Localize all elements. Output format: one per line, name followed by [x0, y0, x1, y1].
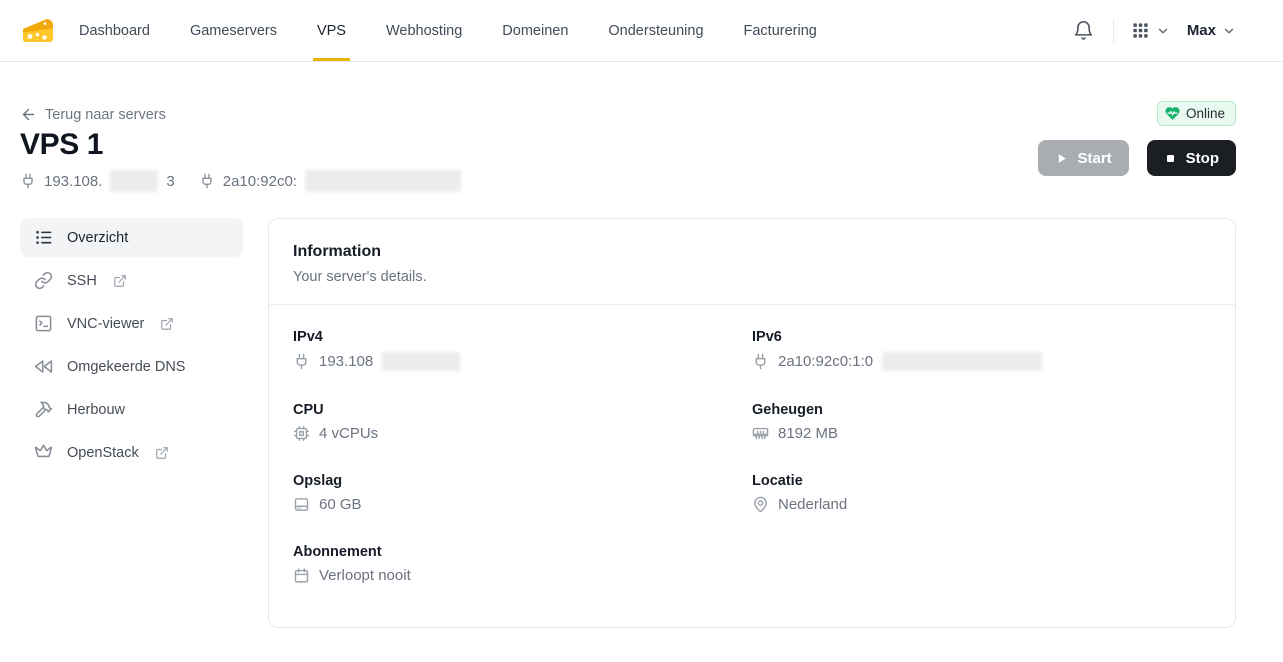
hard-drive-icon — [293, 496, 310, 513]
notifications-button[interactable] — [1071, 18, 1096, 43]
field-opslag: Opslag 60 GB — [293, 473, 752, 513]
nav-item-gameservers[interactable]: Gameservers — [190, 0, 277, 61]
plug-icon — [20, 173, 36, 189]
nav-item-dashboard[interactable]: Dashboard — [79, 0, 150, 61]
nav-item-vps[interactable]: VPS — [317, 0, 346, 61]
card-subtitle: Your server's details. — [293, 269, 1211, 285]
back-link[interactable]: Terug naar servers — [20, 106, 461, 123]
cpu-icon — [293, 425, 310, 442]
nav-item-facturering[interactable]: Facturering — [744, 0, 817, 61]
sidebar-item-herbouw[interactable]: Herbouw — [20, 390, 243, 429]
field-ipv6: IPv6 2a10:92c0:1:0 — [752, 329, 1211, 371]
page-title: VPS 1 — [20, 128, 461, 162]
grid-icon — [1131, 21, 1150, 40]
field-abonnement: Abonnement Verloopt nooit — [293, 544, 752, 584]
field-geheugen: Geheugen 8192 MB — [752, 402, 1211, 442]
sidebar-item-overzicht[interactable]: Overzicht — [20, 218, 243, 257]
redacted-value — [382, 352, 460, 371]
plug-icon — [293, 353, 310, 370]
overview-list-icon — [34, 228, 53, 247]
play-icon — [1055, 152, 1068, 165]
cheese-logo-icon[interactable] — [20, 16, 56, 46]
calendar-icon — [293, 567, 310, 584]
nav-item-ondersteuning[interactable]: Ondersteuning — [608, 0, 703, 61]
terminal-icon — [34, 314, 53, 333]
external-link-icon — [160, 317, 174, 331]
server-sidebar: Overzicht SSH VNC-viewer — [20, 218, 243, 472]
chevron-down-icon — [1156, 24, 1170, 38]
sidebar-item-omgekeerde-dns[interactable]: Omgekeerde DNS — [20, 347, 243, 386]
hammer-icon — [34, 400, 53, 419]
heart-pulse-icon — [1164, 105, 1181, 122]
field-ipv4: IPv4 193.108 — [293, 329, 752, 371]
link-icon — [34, 271, 53, 290]
ipv4-address: 193.108.3 — [20, 170, 175, 192]
crown-icon — [34, 443, 53, 462]
redacted-value — [882, 352, 1042, 371]
card-title: Information — [293, 243, 1211, 261]
arrow-left-icon — [20, 106, 37, 123]
external-link-icon — [113, 274, 127, 288]
sidebar-item-ssh[interactable]: SSH — [20, 261, 243, 300]
server-ip-row: 193.108.3 2a10:92c0: — [20, 170, 461, 192]
start-button[interactable]: Start — [1038, 140, 1128, 176]
top-navigation: Dashboard Gameservers VPS Webhosting Dom… — [0, 0, 1283, 62]
user-menu-button[interactable]: Max — [1187, 22, 1236, 39]
rewind-icon — [34, 357, 53, 376]
field-locatie: Locatie Nederland — [752, 473, 1211, 513]
memory-icon — [752, 425, 769, 442]
plug-icon — [752, 353, 769, 370]
stop-icon — [1164, 152, 1177, 165]
sidebar-item-openstack[interactable]: OpenStack — [20, 433, 243, 472]
information-card: Information Your server's details. IPv4 … — [268, 218, 1236, 628]
map-pin-icon — [752, 496, 769, 513]
field-cpu: CPU 4 vCPUs — [293, 402, 752, 442]
user-name: Max — [1187, 22, 1216, 39]
nav-item-webhosting[interactable]: Webhosting — [386, 0, 462, 61]
redacted-value — [305, 170, 461, 192]
sidebar-item-vnc-viewer[interactable]: VNC-viewer — [20, 304, 243, 343]
bell-icon — [1073, 20, 1094, 41]
redacted-value — [110, 170, 158, 192]
apps-menu-button[interactable] — [1131, 21, 1170, 40]
stop-button[interactable]: Stop — [1147, 140, 1236, 176]
chevron-down-icon — [1222, 24, 1236, 38]
page-content: Terug naar servers VPS 1 193.108.3 2a10:… — [0, 62, 1283, 628]
nav-item-domeinen[interactable]: Domeinen — [502, 0, 568, 61]
main-menu: Dashboard Gameservers VPS Webhosting Dom… — [79, 0, 817, 61]
status-badge: Online — [1157, 101, 1236, 126]
ipv6-address: 2a10:92c0: — [199, 170, 461, 192]
external-link-icon — [155, 446, 169, 460]
plug-icon — [199, 173, 215, 189]
nav-divider — [1113, 19, 1114, 43]
